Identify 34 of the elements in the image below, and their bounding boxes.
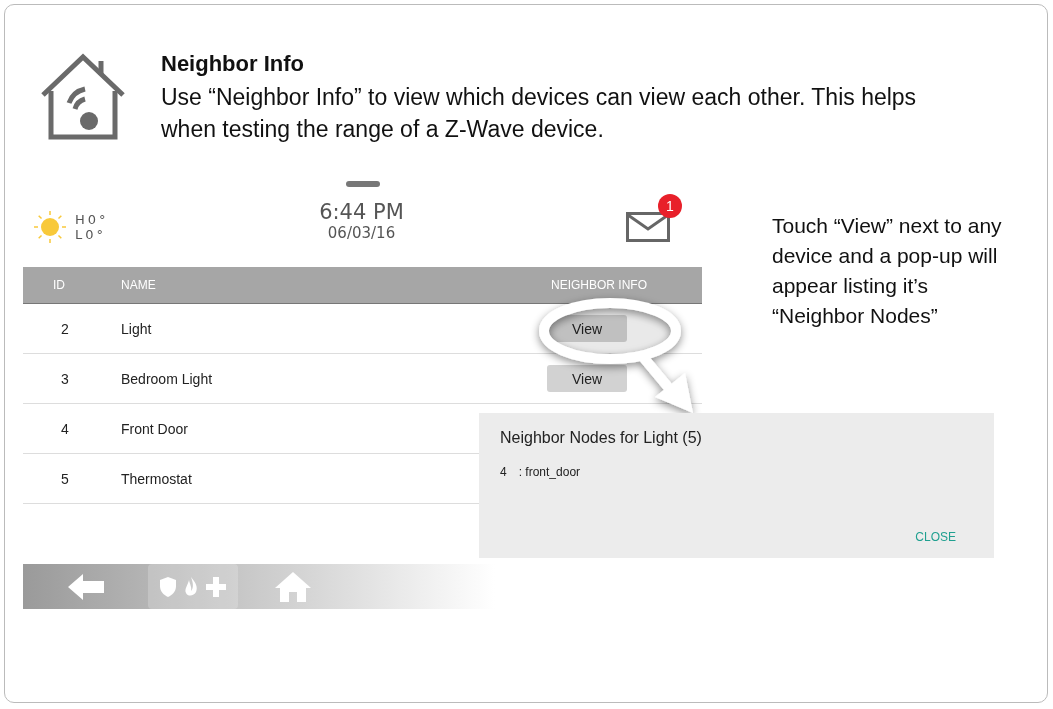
column-header: ID [53,278,65,292]
instruction-text: Touch “View” next to any device and a pop-up will appear listing it’s “Neighbor Nodes” [772,213,1003,329]
view-button[interactable]: View [547,315,627,342]
table-cell: 2 [61,320,69,337]
view-button[interactable]: View [547,365,627,392]
node-id: 4 [500,465,507,479]
shield-icon [160,576,176,597]
table-cell: Light [121,320,152,337]
clock-date: 06/03/16 [327,224,396,242]
table-cell: Thermostat [121,470,192,487]
drag-handle [345,181,380,187]
back-arrow-icon[interactable] [67,573,104,600]
column-header: NAME [121,278,156,292]
house-wireless-icon [39,51,127,141]
plus-icon [206,576,226,597]
intro-title: Neighbor Info [161,51,305,77]
intro-text: Use “Neighbor Info” to view which devices can view each other. This helps when testing the range of a Z-Wave device. [161,83,918,144]
column-header: NEIGHBOR INFO [551,278,647,292]
mail-icon[interactable] [626,212,670,242]
emergency-panel[interactable] [148,564,238,609]
flame-icon [184,576,198,597]
table-cell: 3 [61,370,69,387]
high-temp: H0° [75,212,109,227]
table-cell: 5 [61,470,69,487]
table-cell: Front Door [121,420,188,437]
dialog-title: Neighbor Nodes for Light (5) [500,429,703,447]
table-cell: Bedroom Light [121,370,213,387]
notification-badge: 1 [658,194,682,218]
clock-time: 6:44 PM [319,200,404,224]
sun-icon [33,210,67,244]
home-icon[interactable] [275,571,311,602]
low-temp: L0° [75,227,107,242]
node-name: : front_door [518,465,581,479]
table-cell: 4 [61,420,69,437]
